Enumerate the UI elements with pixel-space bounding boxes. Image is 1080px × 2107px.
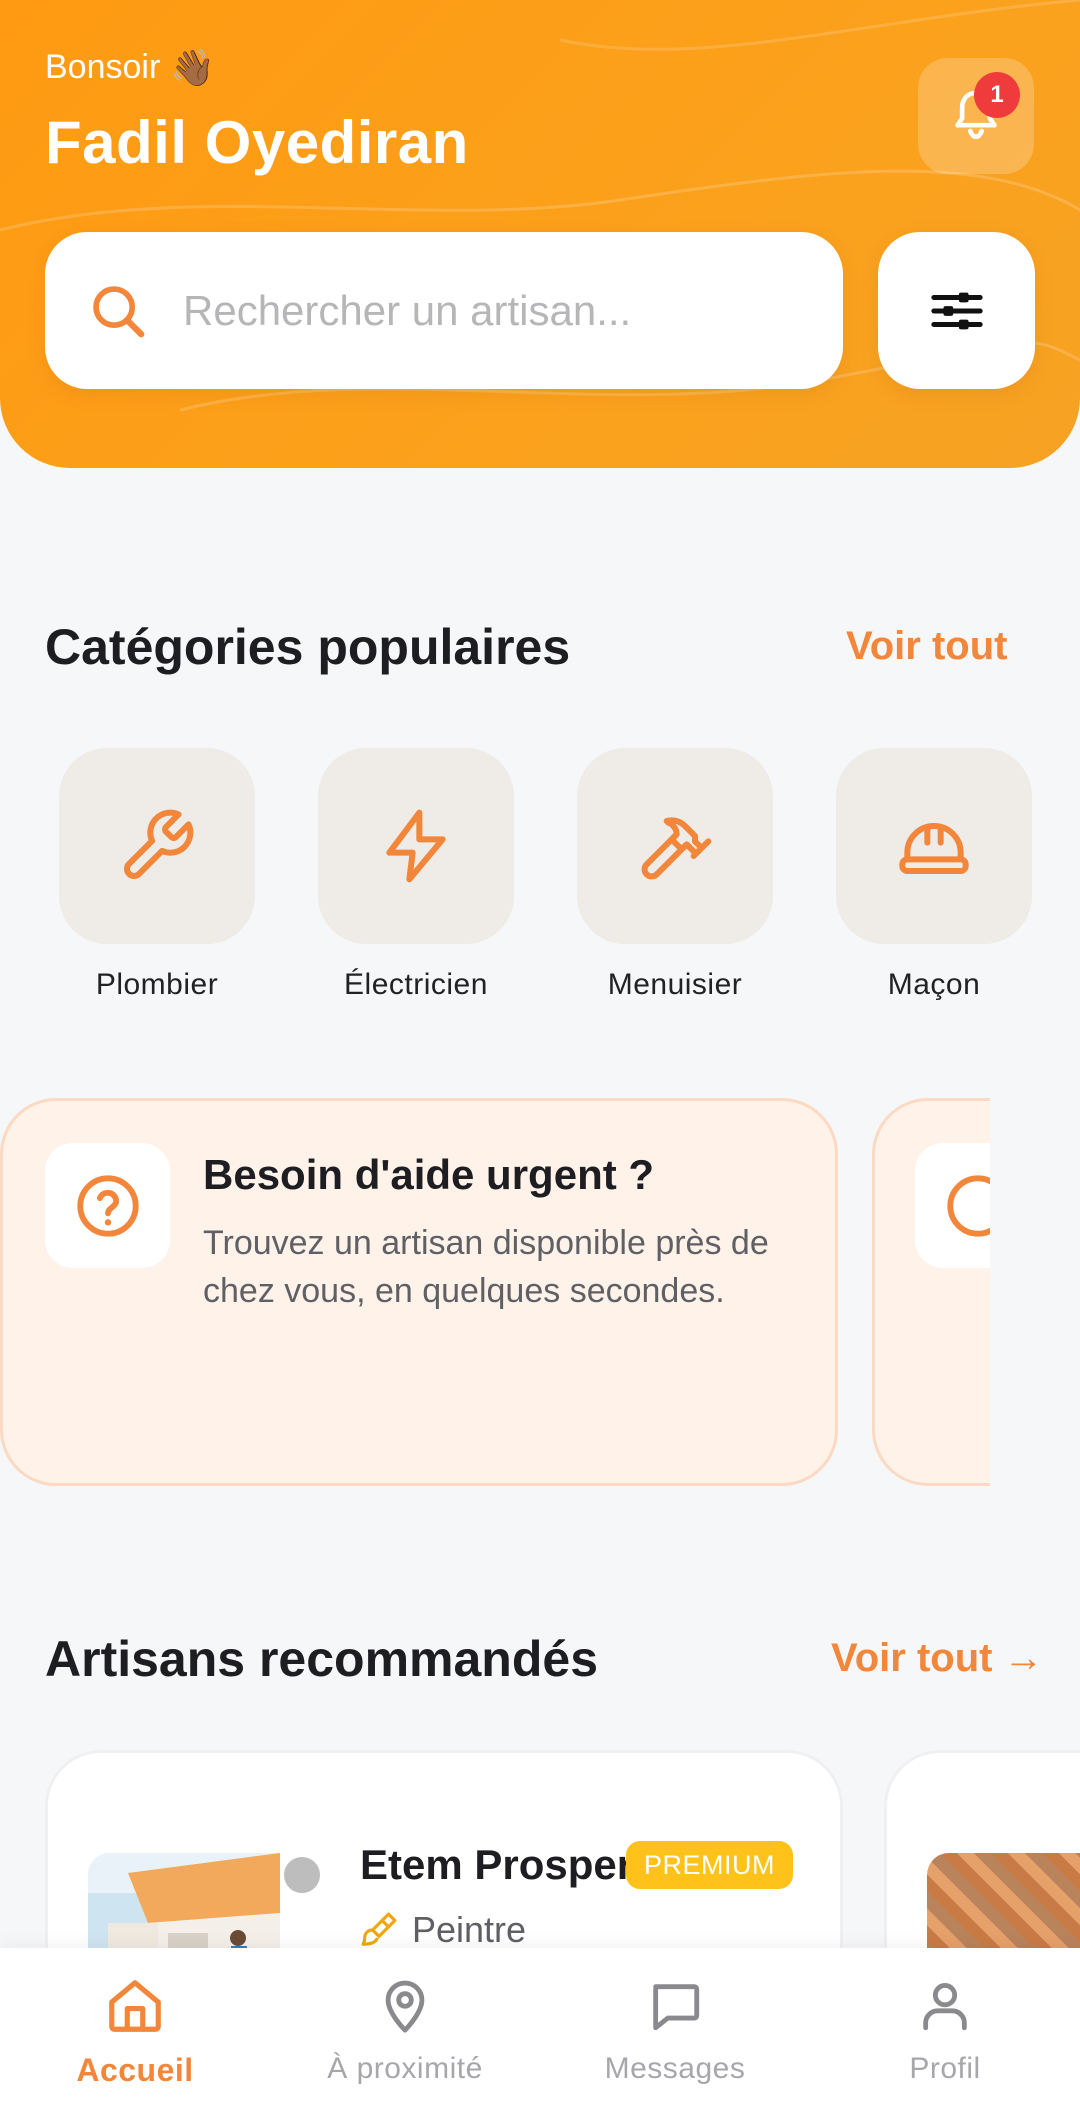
category-label: Électricien bbox=[344, 968, 488, 1001]
artisan-name: Etem Prosper bbox=[360, 1841, 634, 1888]
search-icon bbox=[83, 276, 153, 346]
hammer-icon bbox=[641, 817, 712, 880]
help-card-next[interactable] bbox=[872, 1098, 990, 1486]
nav-a-proximite[interactable]: À proximité bbox=[295, 1974, 515, 2086]
bottom-navigation: Accueil À proximité Messages Profil bbox=[0, 1948, 1080, 2107]
nav-label: À proximité bbox=[327, 2052, 483, 2085]
notifications-button[interactable] bbox=[918, 58, 1034, 174]
nav-messages[interactable]: Messages bbox=[565, 1974, 785, 2086]
category-tile bbox=[59, 748, 255, 944]
lightning-icon bbox=[386, 809, 446, 883]
artisan-job: Peintre bbox=[360, 1909, 526, 1951]
greeting-text: Bonsoir bbox=[45, 48, 161, 86]
online-status-dot bbox=[280, 1853, 324, 1897]
category-tile bbox=[836, 748, 1032, 944]
help-icon-box bbox=[45, 1143, 170, 1268]
home-icon bbox=[109, 1980, 161, 2032]
nav-label: Profil bbox=[909, 2052, 981, 2085]
nav-label: Accueil bbox=[76, 2052, 194, 2088]
urgent-help-card[interactable]: Besoin d'aide urgent ? Trouvez un artisa… bbox=[0, 1098, 838, 1486]
filter-button[interactable] bbox=[878, 232, 1035, 389]
category-label: Menuisier bbox=[607, 968, 743, 1001]
category-label: Plombier bbox=[95, 968, 219, 1001]
categories-title: Catégories populaires bbox=[45, 619, 571, 675]
categories-see-all-link[interactable]: Voir tout bbox=[846, 624, 1007, 669]
waving-hand-icon: 👋🏾 bbox=[170, 46, 216, 88]
nav-accueil[interactable]: Accueil bbox=[25, 1974, 245, 2089]
nav-profil[interactable]: Profil bbox=[835, 1974, 1055, 2086]
circle-icon bbox=[946, 1174, 990, 1237]
category-tile bbox=[577, 748, 773, 944]
wrench-icon bbox=[124, 809, 194, 879]
artisan-job-label: Peintre bbox=[412, 1909, 527, 1950]
location-pin-icon bbox=[385, 1980, 425, 2033]
nav-label: Messages bbox=[604, 2052, 746, 2085]
sliders-icon bbox=[930, 292, 983, 329]
category-tile bbox=[318, 748, 514, 944]
user-name: Fadil Oyediran bbox=[45, 109, 469, 176]
user-icon bbox=[923, 1983, 967, 2031]
search-bar[interactable] bbox=[45, 232, 843, 389]
greeting: Bonsoir 👋🏾 bbox=[45, 48, 215, 87]
search-input[interactable] bbox=[183, 286, 803, 335]
artisans-title: Artisans recommandés bbox=[45, 1631, 599, 1687]
chat-bubble-icon bbox=[653, 1984, 700, 2031]
premium-badge: PREMIUM bbox=[626, 1841, 793, 1889]
category-label: Maçon bbox=[887, 968, 981, 1001]
artisans-see-all-link[interactable]: Voir tout → bbox=[831, 1636, 1044, 1681]
notification-badge: 1 bbox=[974, 72, 1020, 118]
question-circle-icon bbox=[76, 1174, 139, 1237]
hard-hat-icon bbox=[899, 823, 969, 874]
category-electricien[interactable]: Électricien bbox=[318, 748, 514, 1002]
help-card-text: Trouvez un artisan disponible près de ch… bbox=[203, 1224, 769, 1310]
categories-list: Plombier Électricien Menuisier Maçon bbox=[45, 748, 1080, 1008]
paintbrush-icon bbox=[361, 1912, 397, 1946]
help-card-title: Besoin d'aide urgent ? bbox=[203, 1151, 655, 1198]
category-macon[interactable]: Maçon bbox=[836, 748, 1032, 1002]
help-icon-box bbox=[915, 1143, 990, 1268]
category-plombier[interactable]: Plombier bbox=[59, 748, 255, 1002]
category-menuisier[interactable]: Menuisier bbox=[577, 748, 773, 1002]
